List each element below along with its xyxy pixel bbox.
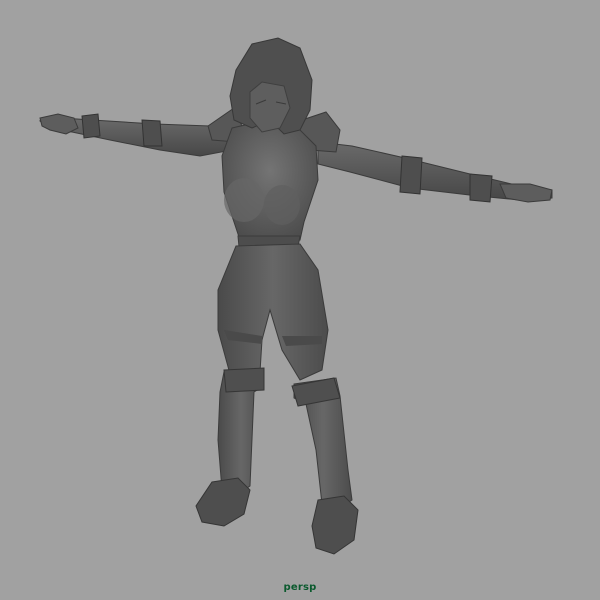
character-model[interactable] [0,0,600,600]
camera-name-label: persp [283,582,317,593]
persp-viewport[interactable]: persp [0,0,600,600]
left-boot [195,367,265,527]
head [229,37,313,135]
torso [221,121,319,259]
right-arm [317,141,553,203]
right-boot [291,377,359,555]
left-arm [38,113,233,157]
legs [217,243,329,381]
